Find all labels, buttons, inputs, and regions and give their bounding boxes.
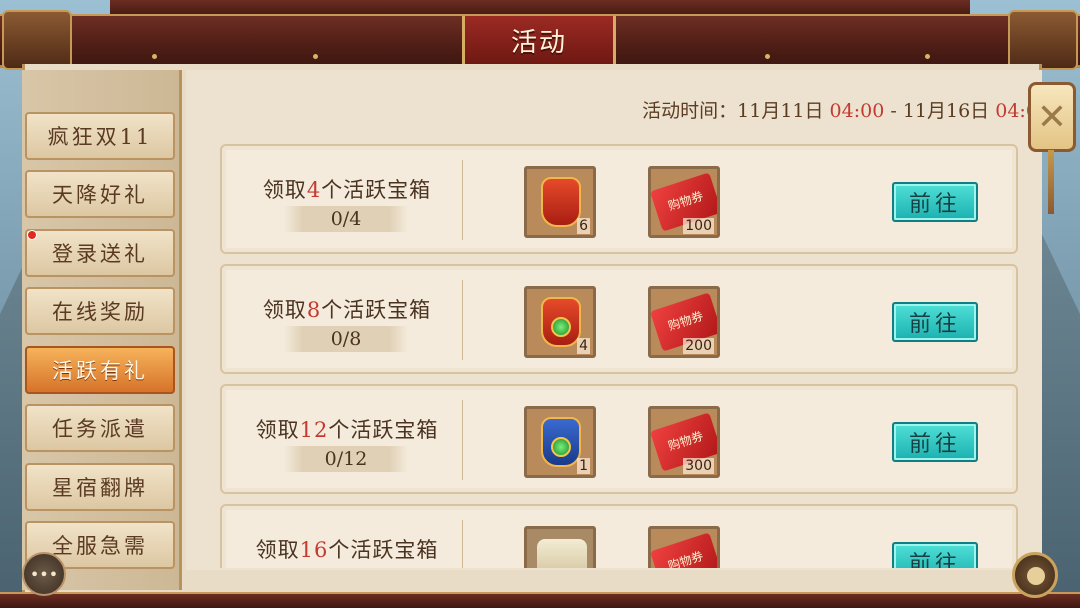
sidebar-tab-task-dispatch[interactable]: 任务派遣 — [25, 404, 175, 452]
sidebar-tab-active-gift[interactable]: 活跃有礼 — [25, 346, 175, 394]
menu-corner-button[interactable] — [1012, 552, 1058, 598]
reward-item-coupon[interactable]: 购物券 300 — [648, 406, 720, 478]
sidebar-tab-crazy-double-11[interactable]: 疯狂双11 — [25, 112, 175, 160]
time-label: 活动时间： — [642, 100, 738, 122]
divider — [462, 520, 463, 568]
lantern-tassel — [1048, 150, 1054, 214]
go-button[interactable]: 前往 — [892, 182, 978, 222]
row-title-count: 12 — [299, 418, 329, 442]
row-title: 领取16个活跃宝箱 — [242, 534, 452, 564]
tab-label: 星宿翻牌 — [52, 476, 148, 500]
jade-gem-icon — [551, 437, 571, 457]
sidebar-tab-heaven-gift[interactable]: 天降好礼 — [25, 170, 175, 218]
row-title-suffix: 个活跃宝箱 — [321, 298, 432, 322]
close-button[interactable]: ✕ — [1028, 82, 1076, 152]
item-count: 200 — [683, 338, 714, 354]
progress-text: 0/4 — [284, 206, 408, 232]
divider — [462, 160, 463, 240]
nail-decoration — [925, 54, 930, 59]
close-icon: ✕ — [1036, 96, 1068, 138]
red-bag-icon — [541, 177, 581, 227]
reward-row: 领取4个活跃宝箱 0/4 6 购物券 100 前往 — [220, 144, 1018, 254]
row-title: 领取8个活跃宝箱 — [242, 294, 452, 324]
row-title: 领取12个活跃宝箱 — [242, 414, 452, 444]
row-title-suffix: 个活跃宝箱 — [321, 178, 432, 202]
nail-decoration — [152, 54, 157, 59]
progress-text: 0/8 — [284, 326, 408, 352]
row-title: 领取4个活跃宝箱 — [242, 174, 452, 204]
reward-row: 领取16个活跃宝箱 购物券 前往 — [220, 504, 1018, 568]
row-title-suffix: 个活跃宝箱 — [328, 538, 439, 562]
go-button[interactable]: 前往 — [892, 302, 978, 342]
page-title: 活动 — [510, 28, 567, 58]
row-title-prefix: 领取 — [262, 298, 307, 322]
sidebar-tab-login-gift[interactable]: 登录送礼 — [25, 229, 175, 277]
scroll-icon — [537, 539, 587, 568]
row-title-prefix: 领取 — [262, 178, 307, 202]
row-title-count: 8 — [306, 298, 322, 322]
title-plaque: 活动 — [462, 16, 616, 68]
reward-item-jade-bag[interactable]: 4 — [524, 286, 596, 358]
reward-item-coupon[interactable]: 购物券 200 — [648, 286, 720, 358]
row-title-prefix: 领取 — [255, 538, 300, 562]
tab-label: 天降好礼 — [52, 183, 148, 207]
beam-end-left — [2, 10, 72, 70]
row-title-count: 16 — [299, 538, 329, 562]
row-title-suffix: 个活跃宝箱 — [328, 418, 439, 442]
nail-decoration — [765, 54, 770, 59]
divider — [462, 400, 463, 480]
go-button[interactable]: 前往 — [892, 542, 978, 568]
row-title-prefix: 领取 — [255, 418, 300, 442]
tab-label: 活跃有礼 — [52, 359, 148, 383]
coupon-icon: 购物券 — [651, 532, 717, 568]
tab-label: 在线奖励 — [52, 300, 148, 324]
notification-dot — [27, 230, 37, 240]
sidebar-tab-online-reward[interactable]: 在线奖励 — [25, 287, 175, 335]
progress-text: 0/12 — [284, 446, 408, 472]
item-count: 300 — [683, 458, 714, 474]
item-count: 6 — [577, 218, 590, 234]
divider — [462, 280, 463, 360]
bottom-frame — [0, 592, 1080, 608]
item-count: 4 — [577, 338, 590, 354]
reward-list[interactable]: 领取4个活跃宝箱 0/4 6 购物券 100 前往 领取8个活跃宝箱 0/8 4 … — [220, 142, 1020, 568]
start-date: 11月11日 — [737, 100, 824, 122]
reward-item-red-bag[interactable]: 6 — [524, 166, 596, 238]
reward-item-coupon[interactable]: 购物券 — [648, 526, 720, 568]
beam-end-right — [1008, 10, 1078, 70]
item-count: 100 — [683, 218, 714, 234]
reward-item-gift-bag[interactable]: 1 — [524, 406, 596, 478]
reward-row: 领取8个活跃宝箱 0/8 4 购物券 200 前往 — [220, 264, 1018, 374]
item-count: 1 — [577, 458, 590, 474]
row-title-count: 4 — [306, 178, 322, 202]
start-time: 04:00 — [829, 100, 885, 122]
tab-label: 登录送礼 — [52, 242, 148, 266]
sidebar[interactable]: 疯狂双11 天降好礼 登录送礼 在线奖励 活跃有礼 任务派遣 星宿翻牌 全服急需 — [22, 70, 182, 590]
reward-row: 领取12个活跃宝箱 0/12 1 购物券 300 前往 — [220, 384, 1018, 494]
go-button[interactable]: 前往 — [892, 422, 978, 462]
time-separator: - — [890, 100, 897, 122]
chat-more-button[interactable]: ••• — [22, 552, 66, 596]
more-icon: ••• — [29, 564, 59, 584]
reward-item-coupon[interactable]: 购物券 100 — [648, 166, 720, 238]
tab-label: 全服急需 — [52, 534, 148, 558]
tab-label: 任务派遣 — [52, 417, 148, 441]
reward-item-scroll[interactable] — [524, 526, 596, 568]
activity-time: 活动时间：11月11日 04:00 - 11月16日 04:00 — [642, 96, 1050, 123]
sidebar-tab-star-flip[interactable]: 星宿翻牌 — [25, 463, 175, 511]
tab-label: 疯狂双11 — [47, 125, 153, 149]
nail-decoration — [313, 54, 318, 59]
end-date: 11月16日 — [902, 100, 990, 122]
jade-gem-icon — [551, 317, 571, 337]
